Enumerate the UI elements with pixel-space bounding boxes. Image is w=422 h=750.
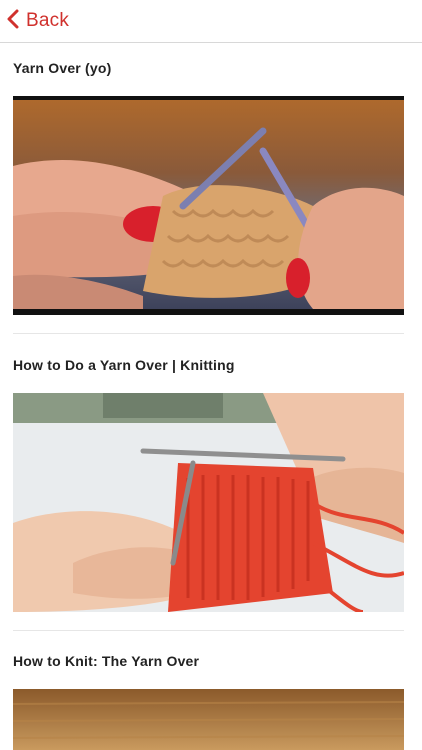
divider xyxy=(13,630,404,631)
video-thumbnail[interactable] xyxy=(13,393,404,612)
back-button[interactable]: Back xyxy=(6,9,69,34)
video-title[interactable]: How to Knit: The Yarn Over xyxy=(13,653,199,669)
chevron-left-icon xyxy=(6,9,20,34)
video-title[interactable]: Yarn Over (yo) xyxy=(13,60,112,76)
video-thumbnail[interactable] xyxy=(13,689,404,750)
top-bar: Back xyxy=(0,0,422,43)
video-thumbnail[interactable] xyxy=(13,96,404,315)
back-label: Back xyxy=(26,10,70,31)
video-title[interactable]: How to Do a Yarn Over | Knitting xyxy=(13,357,235,373)
divider xyxy=(13,333,404,334)
